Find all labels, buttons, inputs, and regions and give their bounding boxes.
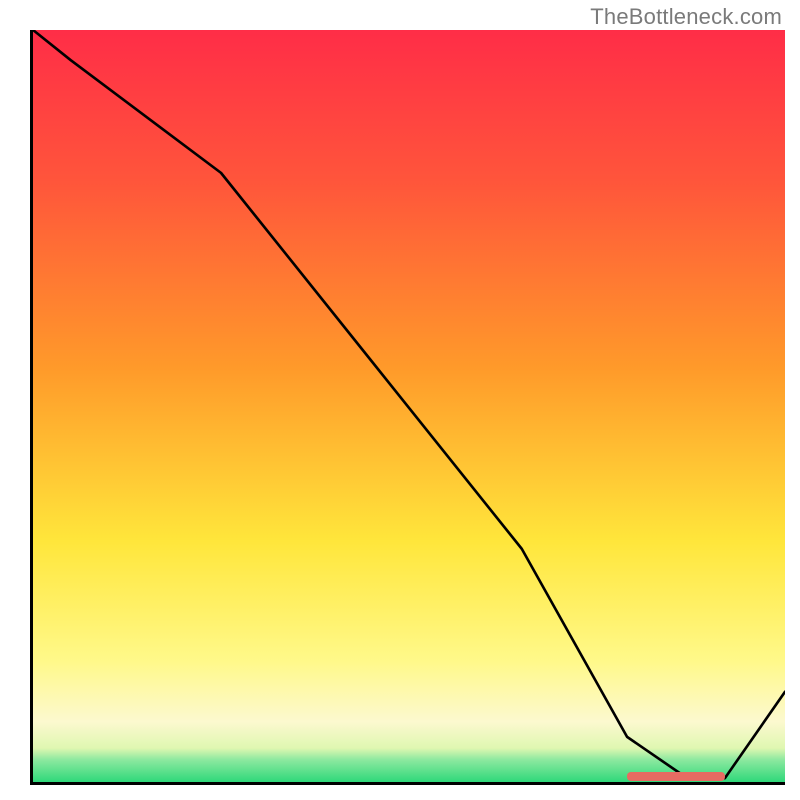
- attribution-text: TheBottleneck.com: [590, 4, 782, 30]
- optimal-range-marker: [627, 772, 725, 781]
- chart-plot-area: [30, 30, 785, 785]
- bottleneck-curve: [33, 30, 785, 782]
